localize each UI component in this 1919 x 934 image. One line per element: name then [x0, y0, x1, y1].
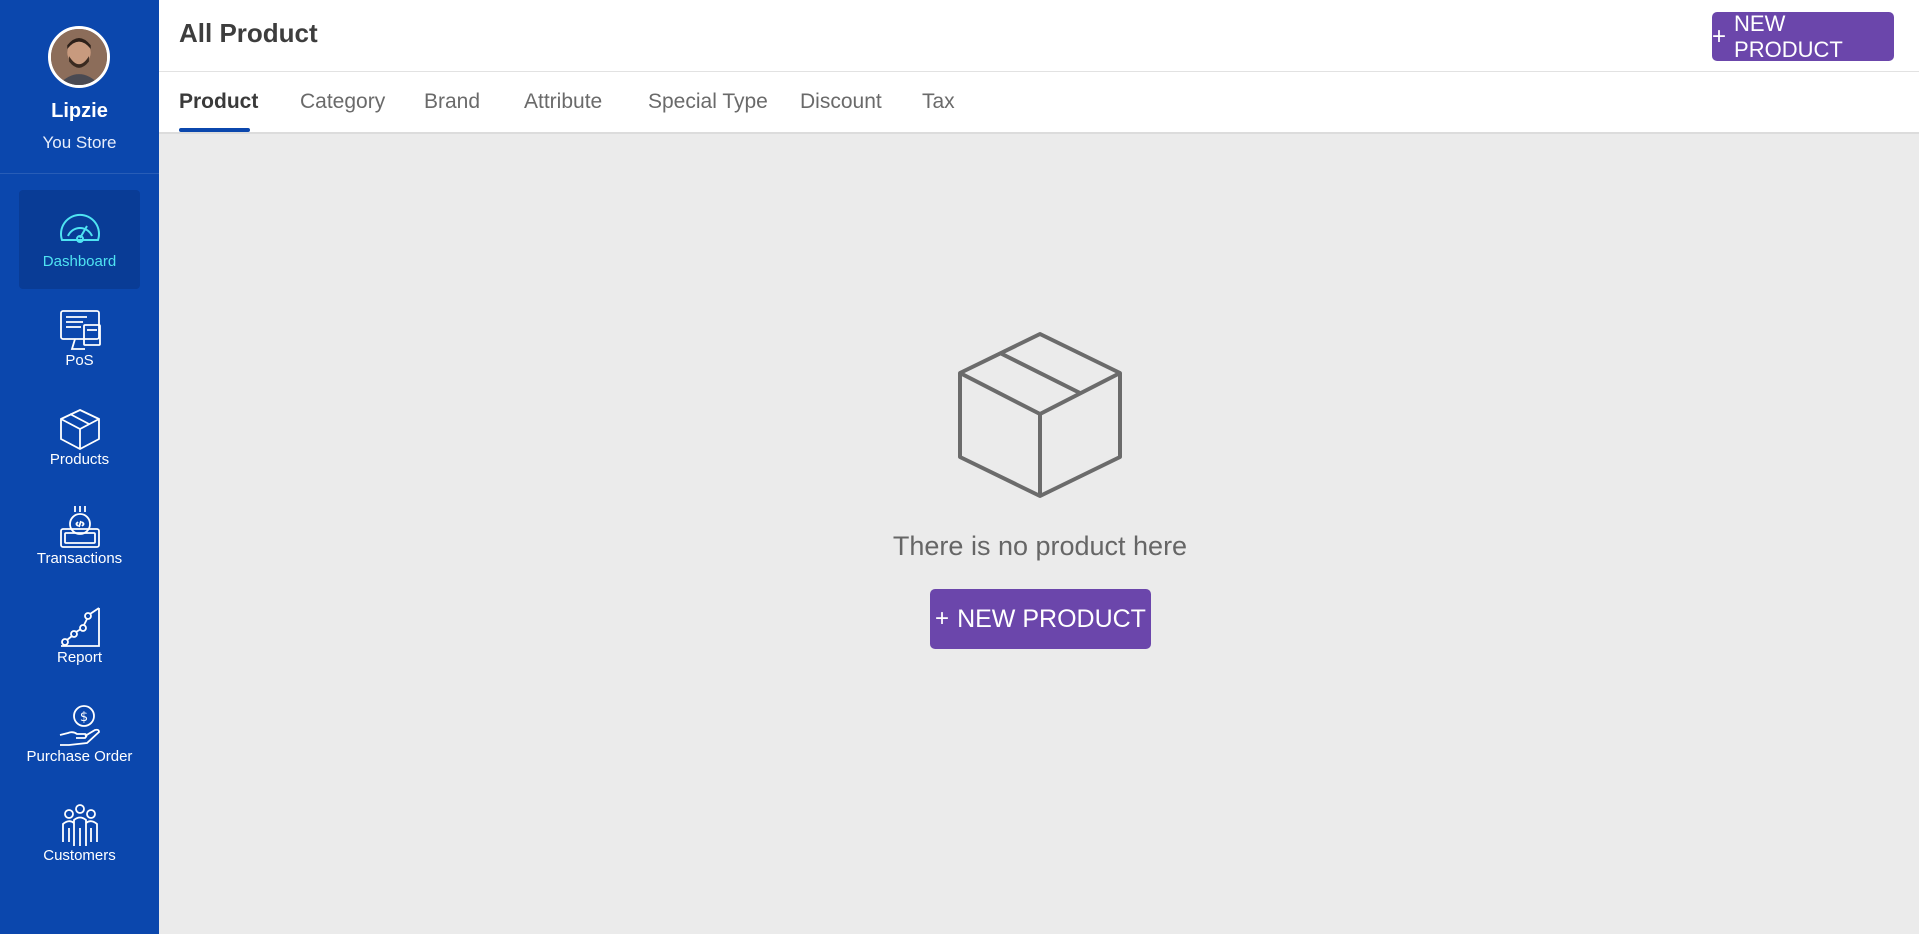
tab-product[interactable]: Product [179, 90, 258, 114]
sidebar-item-label: Dashboard [42, 253, 117, 270]
line-chart-icon [57, 604, 103, 650]
tab-category[interactable]: Category [300, 90, 385, 114]
people-icon [57, 802, 103, 848]
sidebar-item-label: PoS [65, 352, 94, 369]
sidebar-item-pos[interactable]: PoS [19, 289, 140, 388]
sidebar: Lipzie You Store Dashboard PoS Products … [0, 0, 159, 934]
hand-coin-icon: $ [57, 703, 103, 749]
user-name: Lipzie [51, 100, 108, 122]
svg-text:$: $ [80, 710, 88, 725]
page-header: All Product + NEW PRODUCT [159, 0, 1919, 72]
box-icon [57, 406, 103, 452]
sidebar-item-transactions[interactable]: Transactions [19, 487, 140, 586]
sidebar-item-label: Report [56, 649, 103, 666]
sidebar-item-purchase-order[interactable]: $ Purchase Order [19, 685, 140, 784]
sidebar-item-label: Transactions [36, 550, 123, 567]
new-product-button[interactable]: + NEW PRODUCT [930, 589, 1151, 649]
tab-special-type[interactable]: Special Type [648, 90, 768, 114]
active-tab-indicator [179, 128, 250, 132]
new-product-label: NEW PRODUCT [957, 604, 1146, 633]
sidebar-item-label: Customers [43, 847, 116, 864]
empty-state-message: There is no product here [892, 531, 1188, 561]
new-product-label: NEW PRODUCT [1734, 10, 1843, 62]
plus-icon: + [935, 605, 950, 632]
empty-box-icon [956, 330, 1124, 500]
gauge-icon [57, 208, 103, 254]
tab-discount[interactable]: Discount [800, 90, 882, 114]
page-title: All Product [179, 18, 318, 48]
sidebar-item-dashboard[interactable]: Dashboard [19, 190, 140, 289]
sidebar-item-report[interactable]: Report [19, 586, 140, 685]
tab-bar: Product Category Brand Attribute Special… [159, 72, 1919, 134]
user-profile: Lipzie You Store [0, 0, 159, 174]
cash-register-icon [57, 505, 103, 551]
plus-icon: + [1712, 22, 1727, 50]
tab-tax[interactable]: Tax [922, 90, 955, 114]
pos-terminal-icon [57, 307, 103, 353]
sidebar-item-customers[interactable]: Customers [19, 784, 140, 883]
sidebar-item-products[interactable]: Products [19, 388, 140, 487]
new-product-button[interactable]: + NEW PRODUCT [1712, 10, 1894, 62]
avatar[interactable] [48, 26, 110, 88]
sidebar-item-label: Purchase Order [26, 748, 133, 765]
tab-brand[interactable]: Brand [424, 90, 480, 114]
tab-attribute[interactable]: Attribute [524, 90, 602, 114]
sidebar-item-label: Products [49, 451, 110, 468]
store-name: You Store [42, 133, 117, 152]
